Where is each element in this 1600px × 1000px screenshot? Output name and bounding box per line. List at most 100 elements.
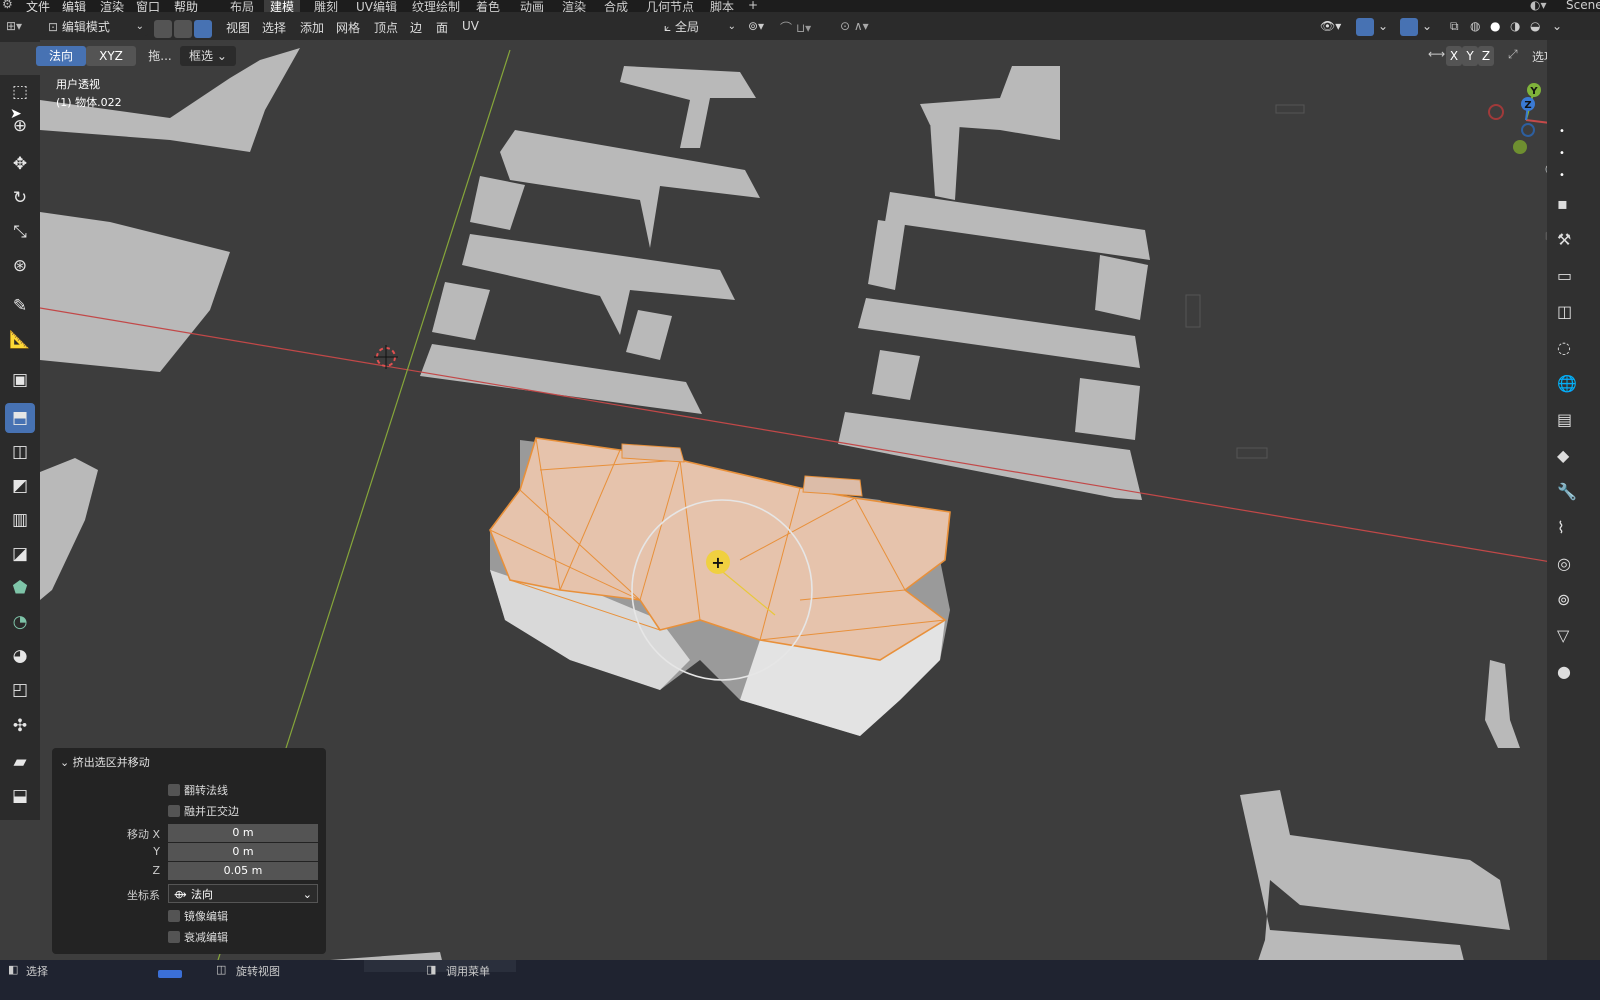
add-cube-icon[interactable]: ▣ xyxy=(5,365,35,395)
rendered-shading-icon[interactable]: ◒ xyxy=(1530,19,1540,33)
editor-type-icon[interactable]: ⊞▾ xyxy=(6,19,22,33)
menu-uv[interactable]: UV xyxy=(462,19,479,33)
scene-icon[interactable]: ◐▾ xyxy=(1530,0,1547,12)
status-select: 选择 xyxy=(26,965,48,978)
scene-name[interactable]: Scene xyxy=(1566,0,1600,12)
top-menubar: ⚙ 文件 编辑 渲染 窗口 帮助 布局 建模 雕刻 UV编辑 纹理绘制 着色 动… xyxy=(0,0,1600,15)
knife-icon[interactable]: ◪ xyxy=(5,539,35,569)
move-z-label: Z xyxy=(152,864,160,877)
axes-xyz-button[interactable]: XYZ xyxy=(86,46,136,66)
menu-face[interactable]: 面 xyxy=(436,19,448,36)
select-box-icon[interactable]: ⬚ xyxy=(5,77,35,107)
visibility-icon[interactable]: 👁▾ xyxy=(1320,19,1341,33)
solid-shading-icon[interactable]: ● xyxy=(1490,19,1500,33)
poly-build-icon[interactable]: ⬟ xyxy=(5,573,35,603)
mirror-icon[interactable]: ⟷ xyxy=(1428,47,1445,61)
menu-edge[interactable]: 边 xyxy=(410,19,422,36)
orientation-normal-button[interactable]: 法向 xyxy=(36,46,86,66)
sidebar-dots-icon[interactable]: • • • xyxy=(1559,126,1565,181)
spin-icon[interactable]: ◔ xyxy=(5,607,35,637)
properties-strip: • • • ▪ ⚒ ▭ ◫ ◌ 🌐 ▤ ◆ 🔧 ⌇ ◎ ⊚ ▽ ● xyxy=(1547,40,1600,960)
material-shading-icon[interactable]: ◑ xyxy=(1510,19,1520,33)
mouse-pointer-icon: ➤ xyxy=(10,106,22,122)
menu-select[interactable]: 选择 xyxy=(262,19,286,36)
flip-normals-checkbox[interactable] xyxy=(168,784,180,796)
add-workspace-button[interactable]: + xyxy=(748,0,758,12)
move-z-field[interactable]: 0.05 m xyxy=(168,862,318,880)
xray-icon[interactable]: ⧉ xyxy=(1450,19,1459,34)
properties-icons[interactable]: ▪ ⚒ ▭ ◫ ◌ 🌐 ▤ ◆ 🔧 ⌇ ◎ ⊚ ▽ ● xyxy=(1557,186,1577,690)
chevron-down-icon: ⌄ xyxy=(135,21,144,32)
overlay-toggle-icon[interactable] xyxy=(1400,18,1418,36)
wireframe-shading-icon[interactable]: ◍ xyxy=(1470,19,1480,33)
mouse-left-icon: ◧ xyxy=(8,963,19,976)
status-rotate-view: 旋转视图 xyxy=(236,965,280,978)
view-name: 用户透视 xyxy=(56,78,100,91)
status-bar: ◧ 选择 ◫ 旋转视图 ◨ 调用菜单 xyxy=(0,960,1600,1000)
chevron-down-icon: ⌄ xyxy=(727,21,736,32)
move-icon[interactable]: ✥ xyxy=(5,149,35,179)
svg-text:Y: Y xyxy=(1529,86,1538,97)
chevron-down-icon[interactable]: ⌄ xyxy=(1552,19,1562,33)
mode-dropdown[interactable]: ⊡ 编辑模式 ⌄ xyxy=(44,18,148,36)
menu-view[interactable]: 视图 xyxy=(226,19,250,36)
transform-icon[interactable]: ⊛ xyxy=(5,251,35,281)
chevron-down-icon: ⌄ xyxy=(216,49,227,63)
inset-faces-icon[interactable]: ◫ xyxy=(5,437,35,467)
drag-dropdown[interactable]: 拖... xyxy=(140,46,180,66)
snap-icon[interactable]: ⌒ ⊔▾ xyxy=(780,19,811,36)
falloff-editing-checkbox[interactable] xyxy=(168,931,180,943)
pivot-icon[interactable]: ⊚▾ xyxy=(748,19,764,33)
smooth-icon[interactable]: ◕ xyxy=(5,641,35,671)
tool-shelf: ⬚ ⊕ ✥ ↻ ⤡ ⊛ ✎ 📐 ▣ ⬒ ◫ ◩ ▥ ◪ ⬟ ◔ ◕ ◰ ✣ ▰ … xyxy=(0,75,40,820)
auto-merge-icon[interactable]: ⤢ xyxy=(1508,47,1518,62)
rotate-icon[interactable]: ↻ xyxy=(5,183,35,213)
taskbar-app-icon[interactable] xyxy=(158,970,182,978)
mirror-x-button[interactable]: X xyxy=(1446,46,1462,66)
status-call-menu: 调用菜单 xyxy=(446,965,490,978)
chevron-down-icon[interactable]: ⌄ xyxy=(1422,19,1432,33)
mirror-y-button[interactable]: Y xyxy=(1462,46,1478,66)
scale-icon[interactable]: ⤡ xyxy=(5,217,35,247)
chevron-down-icon[interactable]: ⌄ xyxy=(1378,19,1388,33)
extrude-region-icon[interactable]: ⬒ xyxy=(5,403,35,433)
dissolve-orthogonal-label: 融并正交边 xyxy=(184,805,239,818)
annotate-icon[interactable]: ✎ xyxy=(5,291,35,321)
move-y-field[interactable]: 0 m xyxy=(168,843,318,861)
select-mode-dropdown[interactable]: 框选 ⌄ xyxy=(180,46,236,66)
proportional-edit-icon[interactable]: ⊙ ∧▾ xyxy=(840,19,869,33)
menu-mesh[interactable]: 网格 xyxy=(336,19,360,36)
operator-panel: ⌄ 挤出选区并移动 翻转法线 融并正交边 移动 X 0 m Y 0 m Z 0.… xyxy=(52,748,326,954)
rip-region-icon[interactable]: ⬓ xyxy=(5,781,35,811)
shrink-fatten-icon[interactable]: ✣ xyxy=(5,711,35,741)
mirror-z-button[interactable]: Z xyxy=(1478,46,1494,66)
object-name: (1) 物体.022 xyxy=(56,96,122,109)
vertex-select-icon[interactable] xyxy=(154,20,172,38)
move-y-label: Y xyxy=(153,845,160,858)
orientation-label: 坐标系 xyxy=(127,889,160,902)
bevel-icon[interactable]: ◩ xyxy=(5,471,35,501)
face-select-icon[interactable] xyxy=(194,20,212,38)
mirror-editing-label: 镜像编辑 xyxy=(184,910,228,923)
measure-icon[interactable]: 📐 xyxy=(5,325,35,355)
operator-title[interactable]: ⌄ 挤出选区并移动 xyxy=(60,754,150,770)
transform-orientation-dropdown[interactable]: ⟀ 全局 ⌄ xyxy=(660,18,740,36)
menu-add[interactable]: 添加 xyxy=(300,19,324,36)
status-highlight xyxy=(364,960,516,972)
menu-vertex[interactable]: 顶点 xyxy=(374,19,398,36)
dissolve-orthogonal-checkbox[interactable] xyxy=(168,805,180,817)
edge-slide-icon[interactable]: ◰ xyxy=(5,675,35,705)
orientation-select[interactable]: ⟴ 法向 ⌄ xyxy=(168,884,318,903)
svg-text:+: + xyxy=(711,553,724,572)
edge-select-icon[interactable] xyxy=(174,20,192,38)
move-x-field[interactable]: 0 m xyxy=(168,824,318,842)
shear-icon[interactable]: ▰ xyxy=(5,747,35,777)
blender-logo-icon[interactable]: ⚙ xyxy=(2,0,13,11)
mirror-editing-checkbox[interactable] xyxy=(168,910,180,922)
loop-cut-icon[interactable]: ▥ xyxy=(5,505,35,535)
viewport-header: ⊞▾ ⊡ 编辑模式 ⌄ 视图 选择 添加 网格 顶点 边 面 UV ⟀ 全局 ⌄ ⊚… xyxy=(0,12,1600,42)
mouse-right-icon: ◨ xyxy=(426,963,437,976)
chevron-down-icon: ⌄ xyxy=(302,888,312,901)
mouse-middle-icon: ◫ xyxy=(216,963,227,976)
gizmo-toggle-icon[interactable] xyxy=(1356,18,1374,36)
